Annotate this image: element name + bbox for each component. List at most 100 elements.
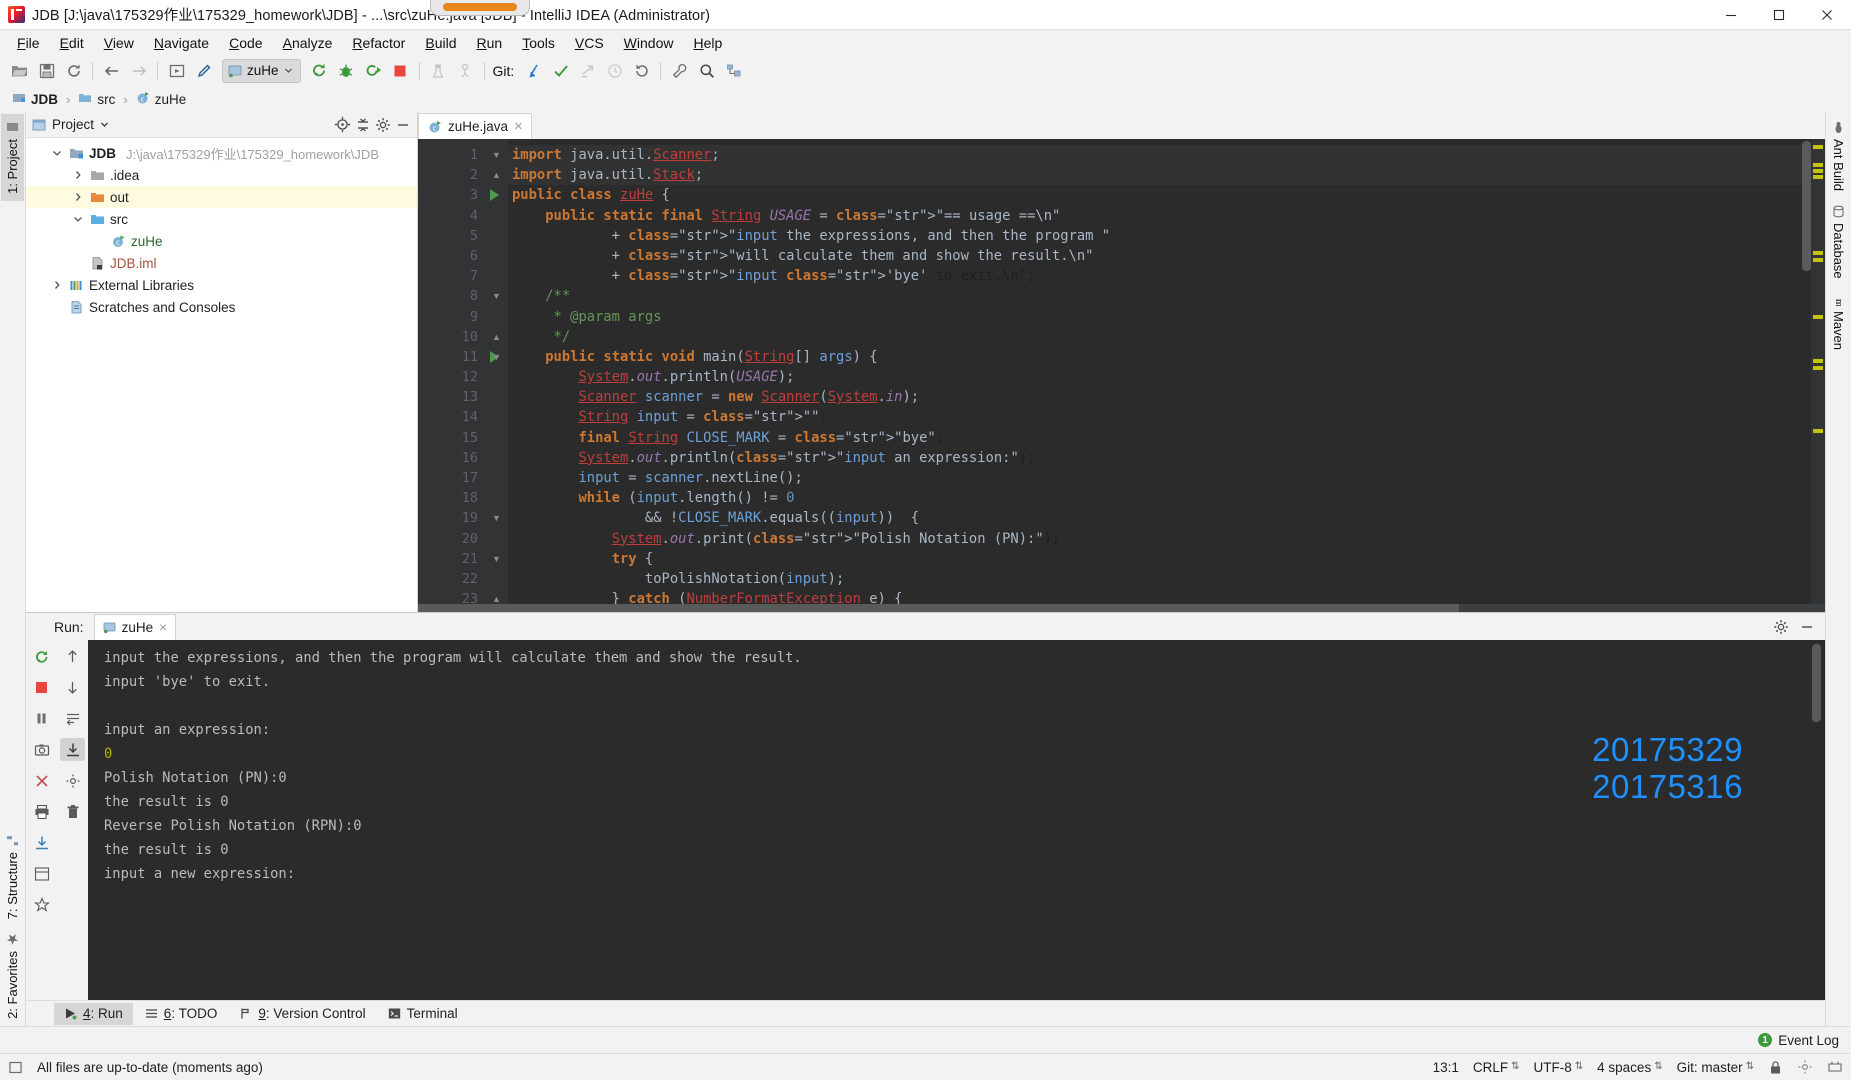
push-icon[interactable] <box>574 58 601 83</box>
minimize-button[interactable] <box>1707 0 1755 30</box>
inspection-gear-icon[interactable] <box>1797 1059 1813 1075</box>
tree-node-src[interactable]: src <box>26 208 417 230</box>
editor-horizontal-scrollbar[interactable] <box>418 604 1825 612</box>
menu-item-file[interactable]: File <box>7 32 50 54</box>
gutter-marker[interactable] <box>486 428 508 448</box>
code-line[interactable]: System.out.println(class="str">"input an… <box>508 448 1811 468</box>
gutter-marker[interactable]: ▲ <box>486 327 508 347</box>
menu-item-code[interactable]: Code <box>219 32 272 54</box>
stop-button[interactable] <box>29 676 54 699</box>
code-line[interactable]: System.out.println(USAGE); <box>508 367 1811 387</box>
gutter-marker[interactable] <box>486 367 508 387</box>
gutter-marker[interactable]: ▼ <box>486 549 508 569</box>
code-line[interactable]: public static final String USAGE = class… <box>508 206 1811 226</box>
bottom-tab-4--run[interactable]: 4: Run <box>54 1002 133 1025</box>
sidebar-item-structure[interactable]: 7: Structure <box>1 827 24 926</box>
tree-expand-arrow[interactable] <box>71 170 85 180</box>
memory-indicator-icon[interactable] <box>1827 1059 1843 1075</box>
tree-expand-arrow[interactable] <box>71 214 85 224</box>
delete-icon[interactable] <box>60 800 85 823</box>
console-output[interactable]: input the expressions, and then the prog… <box>88 640 1825 1000</box>
gutter-marker[interactable] <box>486 387 508 407</box>
close-tab-icon[interactable]: × <box>514 119 523 134</box>
sidebar-item-favorites[interactable]: 2: Favorites <box>1 926 24 1026</box>
fold-marker-icon[interactable]: ▲ <box>492 332 501 341</box>
history-icon[interactable] <box>601 58 628 83</box>
fold-marker-icon[interactable]: ▼ <box>492 352 501 361</box>
make-project-icon[interactable] <box>190 58 217 83</box>
editor-error-stripe[interactable] <box>1811 139 1825 612</box>
attach-icon[interactable] <box>452 58 479 83</box>
file-encoding[interactable]: UTF-8 ⇅ <box>1534 1060 1584 1075</box>
gutter-marker[interactable] <box>486 488 508 508</box>
fold-marker-icon[interactable]: ▲ <box>492 171 501 180</box>
code-line[interactable]: /** <box>508 286 1811 306</box>
code-line[interactable]: while (input.length() != 0 <box>508 488 1811 508</box>
close-run-button[interactable] <box>29 769 54 792</box>
fold-marker-icon[interactable]: ▼ <box>492 514 501 523</box>
tree-expand-arrow[interactable] <box>71 192 85 202</box>
search-icon[interactable] <box>693 58 720 83</box>
run-tab-zuHe[interactable]: zuHe × <box>93 613 176 640</box>
menu-item-run[interactable]: Run <box>466 32 512 54</box>
editor-vertical-scrollbar[interactable] <box>1802 141 1811 271</box>
export-button[interactable] <box>29 831 54 854</box>
code-line[interactable]: toPolishNotation(input); <box>508 569 1811 589</box>
gutter-marker[interactable]: ▼ <box>486 286 508 306</box>
hide-panel-icon[interactable] <box>395 117 411 133</box>
code-line[interactable]: public static void main(String[] args) { <box>508 347 1811 367</box>
indent-setting[interactable]: 4 spaces ⇅ <box>1597 1060 1662 1075</box>
window-drag-handle[interactable] <box>430 0 530 16</box>
tab-zuHe-java[interactable]: c zuHe.java × <box>418 113 532 139</box>
code-line[interactable]: import java.util.Stack; <box>508 165 1811 186</box>
run-configuration-selector[interactable]: zuHe <box>222 58 301 83</box>
bottom-tab-9--version-control[interactable]: 9: Version Control <box>229 1003 375 1025</box>
sidebar-item-maven[interactable]: m Maven <box>1827 286 1850 357</box>
gutter-marker[interactable] <box>486 185 508 205</box>
menu-item-vcs[interactable]: VCS <box>565 32 614 54</box>
profiler-icon[interactable] <box>425 58 452 83</box>
code-line[interactable]: + class="str">"will calculate them and s… <box>508 246 1811 266</box>
breadcrumb-item-src[interactable]: src <box>74 90 119 109</box>
sidebar-item-ant-build[interactable]: Ant Build <box>1827 114 1850 198</box>
menu-item-build[interactable]: Build <box>415 32 466 54</box>
fold-marker-icon[interactable]: ▲ <box>492 595 501 604</box>
gutter-marker[interactable] <box>486 407 508 427</box>
menu-item-window[interactable]: Window <box>614 32 684 54</box>
fold-marker-icon[interactable]: ▼ <box>492 554 501 563</box>
close-run-tab-icon[interactable]: × <box>159 620 167 635</box>
code-line[interactable]: try { <box>508 549 1811 569</box>
tree-node-scratches-and-consoles[interactable]: Scratches and Consoles <box>26 296 417 318</box>
gutter-marker[interactable]: ▼ <box>486 145 508 165</box>
rollback-icon[interactable] <box>628 58 655 83</box>
menu-item-edit[interactable]: Edit <box>50 32 94 54</box>
menu-item-tools[interactable]: Tools <box>512 32 565 54</box>
tree-expand-arrow[interactable] <box>50 280 64 290</box>
code-line[interactable]: String input = class="str">""; <box>508 407 1811 427</box>
gutter-marker[interactable] <box>486 226 508 246</box>
soft-wrap-button[interactable] <box>60 707 85 730</box>
console-scrollbar[interactable] <box>1812 644 1821 722</box>
editor-hscroll-thumb[interactable] <box>418 604 1460 612</box>
update-project-icon[interactable] <box>520 58 547 83</box>
code-line[interactable]: System.out.print(class="str">"Polish Not… <box>508 529 1811 549</box>
run-with-coverage-button[interactable] <box>360 58 387 83</box>
structure-icon[interactable] <box>720 58 747 83</box>
scroll-up-button[interactable] <box>60 645 85 668</box>
fold-marker-icon[interactable]: ▼ <box>492 292 501 301</box>
gutter-marker[interactable]: ▼ <box>486 347 508 367</box>
bottom-tab-terminal[interactable]: Terminal <box>378 1003 468 1025</box>
open-project-icon[interactable] <box>6 58 33 83</box>
maximize-button[interactable] <box>1755 0 1803 30</box>
lock-icon[interactable] <box>1768 1060 1783 1075</box>
run-button[interactable] <box>306 58 333 83</box>
tree-node-jdb-iml[interactable]: JDB.iml <box>26 252 417 274</box>
gear-icon[interactable] <box>375 117 391 133</box>
gutter-marker[interactable] <box>486 307 508 327</box>
save-all-icon[interactable] <box>33 58 60 83</box>
screenshot-button[interactable] <box>29 738 54 761</box>
gear-icon[interactable] <box>1773 619 1789 635</box>
menu-item-analyze[interactable]: Analyze <box>273 32 343 54</box>
menu-item-view[interactable]: View <box>94 32 144 54</box>
collapse-all-icon[interactable] <box>355 117 371 133</box>
